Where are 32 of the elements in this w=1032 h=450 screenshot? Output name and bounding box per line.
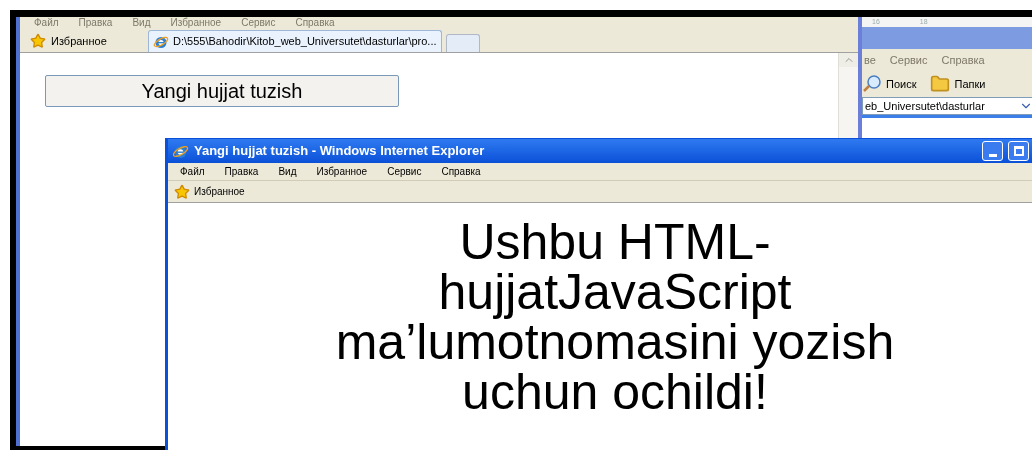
- menu-item[interactable]: Справка: [941, 51, 985, 69]
- menu-item[interactable]: Правка: [78, 17, 113, 29]
- star-icon: [174, 183, 190, 200]
- favorites-button[interactable]: Избранное: [174, 183, 245, 200]
- menu-item[interactable]: Файл: [180, 164, 205, 179]
- menu-item[interactable]: Избранное: [170, 17, 222, 29]
- message-text: Ushbu HTML-hujjatJavaScript ma’lumotnomasini yozish uchun ochildi!: [334, 217, 896, 422]
- search-icon: [862, 75, 882, 93]
- menu-item[interactable]: Справка: [295, 17, 335, 29]
- menu-item[interactable]: Избранное: [316, 164, 368, 179]
- folders-button[interactable]: Папки: [930, 74, 986, 94]
- create-document-button[interactable]: Yangi hujjat tuzish: [45, 75, 399, 107]
- minimize-icon: [988, 154, 997, 157]
- address-field[interactable]: eb_Universutet\dasturlar: [862, 97, 1032, 115]
- menu-item[interactable]: Вид: [132, 17, 151, 29]
- minimize-button[interactable]: [982, 141, 1003, 161]
- window-title: Yangi hujjat tuzish - Windows Internet Explorer: [194, 142, 486, 161]
- maximize-button[interactable]: [1008, 141, 1029, 161]
- menu-item[interactable]: Справка: [441, 164, 481, 179]
- menu-item[interactable]: Сервис: [387, 164, 422, 179]
- maximize-icon: [1013, 146, 1024, 156]
- menu-item[interactable]: Сервис: [241, 17, 276, 29]
- menu-item[interactable]: Вид: [278, 164, 297, 179]
- star-icon: [30, 33, 46, 49]
- search-button[interactable]: Поиск: [862, 75, 917, 93]
- folder-icon: [930, 74, 951, 94]
- menu-item[interactable]: Файл: [34, 17, 59, 29]
- menu-item[interactable]: Сервис: [889, 51, 928, 69]
- menu-item[interactable]: Правка: [224, 164, 259, 179]
- browser-tab[interactable]: D:\555\Bahodir\Kitob_web_Universutet\dasturlar\pro...: [148, 30, 442, 52]
- favorites-button[interactable]: Избранное: [26, 30, 144, 52]
- menu-item[interactable]: ве: [864, 51, 876, 69]
